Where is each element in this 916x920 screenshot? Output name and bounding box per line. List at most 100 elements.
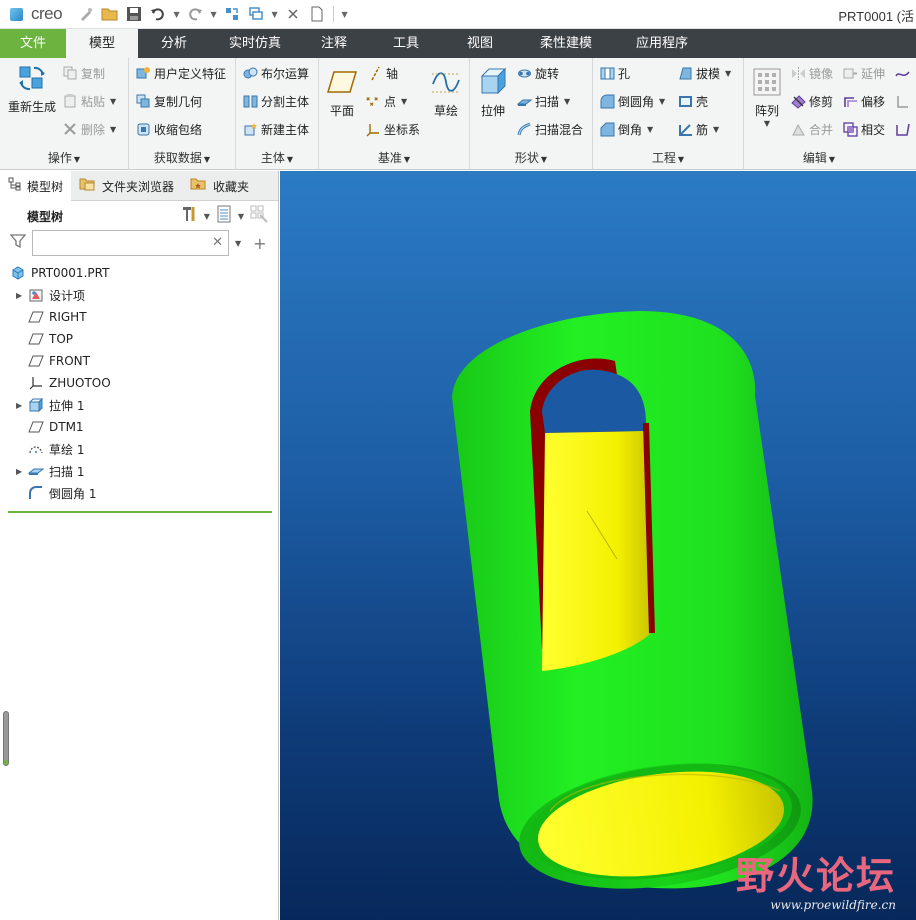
csys-button[interactable]: 坐标系 <box>365 118 420 140</box>
blank-page-icon[interactable] <box>307 4 327 24</box>
revolve-button[interactable]: 旋转 <box>516 62 559 84</box>
point-dropdown-icon[interactable]: ▼ <box>401 97 407 106</box>
tab-flexible-modeling[interactable]: 柔性建模 <box>516 29 616 58</box>
save-icon[interactable] <box>124 4 144 24</box>
group-get-data-label[interactable]: 获取数据 ▼ <box>129 149 235 166</box>
more-editing-3-icon[interactable] <box>894 118 913 140</box>
undo-icon[interactable] <box>148 4 168 24</box>
tab-view[interactable]: 视图 <box>444 29 516 58</box>
redo-dropdown-icon[interactable]: ▼ <box>209 10 218 19</box>
more-editing-1-icon[interactable] <box>894 62 913 84</box>
tab-live-simulation[interactable]: 实时仿真 <box>210 29 300 58</box>
group-shapes-label[interactable]: 形状 ▼ <box>470 149 592 166</box>
group-engineering-label[interactable]: 工程 ▼ <box>593 149 743 166</box>
udf-button[interactable]: 用户定义特征 <box>135 62 226 84</box>
point-button[interactable]: 点 ▼ <box>365 90 407 112</box>
tree-settings-dropdown-icon[interactable]: ▼ <box>204 212 210 221</box>
redo-icon[interactable] <box>185 4 205 24</box>
plane-button[interactable]: 平面 <box>323 66 361 119</box>
group-datum-label[interactable]: 基准 ▼ <box>319 149 469 166</box>
round-button[interactable]: 倒圆角 ▼ <box>599 90 665 112</box>
search-dropdown-icon[interactable]: ▼ <box>235 239 241 248</box>
sketch-button[interactable]: 草绘 <box>427 66 465 119</box>
new-body-button[interactable]: 新建主体 <box>242 118 309 140</box>
draft-button[interactable]: 拔模 ▼ <box>677 62 731 84</box>
copy-button[interactable]: 复制 <box>62 62 105 84</box>
expand-arrow-icon[interactable]: ▶ <box>16 401 28 410</box>
tab-annotate[interactable]: 注释 <box>300 29 368 58</box>
hole-button[interactable]: 孔 <box>599 62 630 84</box>
sweep-button[interactable]: 扫描 ▼ <box>516 90 570 112</box>
close-window-icon[interactable] <box>283 4 303 24</box>
extend-button[interactable]: 延伸 <box>842 62 885 84</box>
tree-item[interactable]: DTM1 <box>16 416 84 438</box>
tree-settings-icon[interactable] <box>180 205 198 227</box>
paste-dropdown-icon[interactable]: ▼ <box>110 97 116 106</box>
tab-favorites[interactable]: 收藏夹 <box>182 171 257 201</box>
extrude-button[interactable]: 拉伸 <box>474 66 512 119</box>
windows-dropdown-icon[interactable]: ▼ <box>270 10 279 19</box>
rib-button[interactable]: 筋 ▼ <box>677 118 719 140</box>
offset-button[interactable]: 偏移 <box>842 90 885 112</box>
windows-icon[interactable] <box>246 4 266 24</box>
clear-search-icon[interactable]: ✕ <box>212 235 223 250</box>
swept-blend-button[interactable]: 扫描混合 <box>516 118 583 140</box>
boolean-button[interactable]: 布尔运算 <box>242 62 309 84</box>
tree-item[interactable]: RIGHT <box>16 306 87 328</box>
open-folder-icon[interactable] <box>100 4 120 24</box>
tree-item[interactable]: TOP <box>16 328 73 350</box>
tree-item[interactable]: ZHUOTOO <box>16 372 111 394</box>
new-file-icon[interactable] <box>76 4 96 24</box>
chamfer-button[interactable]: 倒角 ▼ <box>599 118 653 140</box>
tree-filter-disabled-icon[interactable] <box>250 205 268 227</box>
more-editing-2-icon[interactable] <box>894 90 913 112</box>
intersect-button[interactable]: 相交 <box>842 118 885 140</box>
tab-file[interactable]: 文件 <box>0 29 66 58</box>
customize-toolbar-icon[interactable]: ▼ <box>340 10 349 19</box>
undo-dropdown-icon[interactable]: ▼ <box>172 10 181 19</box>
regenerate-button[interactable]: 重新生成 <box>6 62 58 115</box>
filter-icon[interactable] <box>9 233 28 253</box>
pattern-dropdown-icon[interactable]: ▼ <box>748 119 786 128</box>
expand-arrow-icon[interactable]: ▶ <box>16 291 28 300</box>
chamfer-dropdown-icon[interactable]: ▼ <box>647 125 653 134</box>
graphics-window[interactable]: 野火论坛 www.proewildfire.cn <box>280 171 916 920</box>
delete-dropdown-icon[interactable]: ▼ <box>110 125 116 134</box>
add-filter-icon[interactable]: + <box>253 234 266 253</box>
tree-columns-dropdown-icon[interactable]: ▼ <box>238 212 244 221</box>
mirror-button[interactable]: 镜像 <box>790 62 833 84</box>
tree-search-input[interactable] <box>33 231 208 255</box>
draft-dropdown-icon[interactable]: ▼ <box>725 69 731 78</box>
tab-tools[interactable]: 工具 <box>368 29 444 58</box>
round-dropdown-icon[interactable]: ▼ <box>659 97 665 106</box>
group-editing-label[interactable]: 编辑 ▼ <box>744 149 894 166</box>
tree-item[interactable]: PRT0001.PRT <box>10 262 109 284</box>
group-body-label[interactable]: 主体 ▼ <box>236 149 318 166</box>
group-operations-label[interactable]: 操作 ▼ <box>0 149 128 166</box>
copy-geometry-button[interactable]: 复制几何 <box>135 90 202 112</box>
tree-item[interactable]: ▶ 扫描 1 <box>16 460 84 482</box>
paste-button[interactable]: 粘贴 ▼ <box>62 90 116 112</box>
panel-resize-handle[interactable] <box>3 711 9 766</box>
trim-button[interactable]: 修剪 <box>790 90 833 112</box>
expand-arrow-icon[interactable]: ▶ <box>16 467 28 476</box>
rib-dropdown-icon[interactable]: ▼ <box>713 125 719 134</box>
split-body-button[interactable]: 分割主体 <box>242 90 309 112</box>
tree-columns-icon[interactable] <box>216 205 232 227</box>
axis-button[interactable]: 轴 <box>367 62 398 84</box>
tab-model-tree[interactable]: 模型树 <box>0 171 72 201</box>
insert-here-line[interactable] <box>8 511 272 513</box>
tab-applications[interactable]: 应用程序 <box>616 29 708 58</box>
pattern-button[interactable]: 阵列 ▼ <box>748 66 786 128</box>
cylinder-part[interactable] <box>452 311 813 905</box>
tab-model[interactable]: 模型 <box>66 29 138 58</box>
tree-item[interactable]: ▶ 设计项 <box>16 284 85 306</box>
delete-button[interactable]: 删除 ▼ <box>62 118 116 140</box>
tree-item[interactable]: 倒圆角 1 <box>16 482 96 504</box>
regenerate-small-icon[interactable] <box>222 4 242 24</box>
merge-button[interactable]: 合并 <box>790 118 833 140</box>
shrinkwrap-button[interactable]: 收缩包络 <box>135 118 202 140</box>
tree-item[interactable]: ▶ 拉伸 1 <box>16 394 84 416</box>
tab-analysis[interactable]: 分析 <box>138 29 210 58</box>
tab-folder-browser[interactable]: 文件夹浏览器 <box>71 171 182 201</box>
